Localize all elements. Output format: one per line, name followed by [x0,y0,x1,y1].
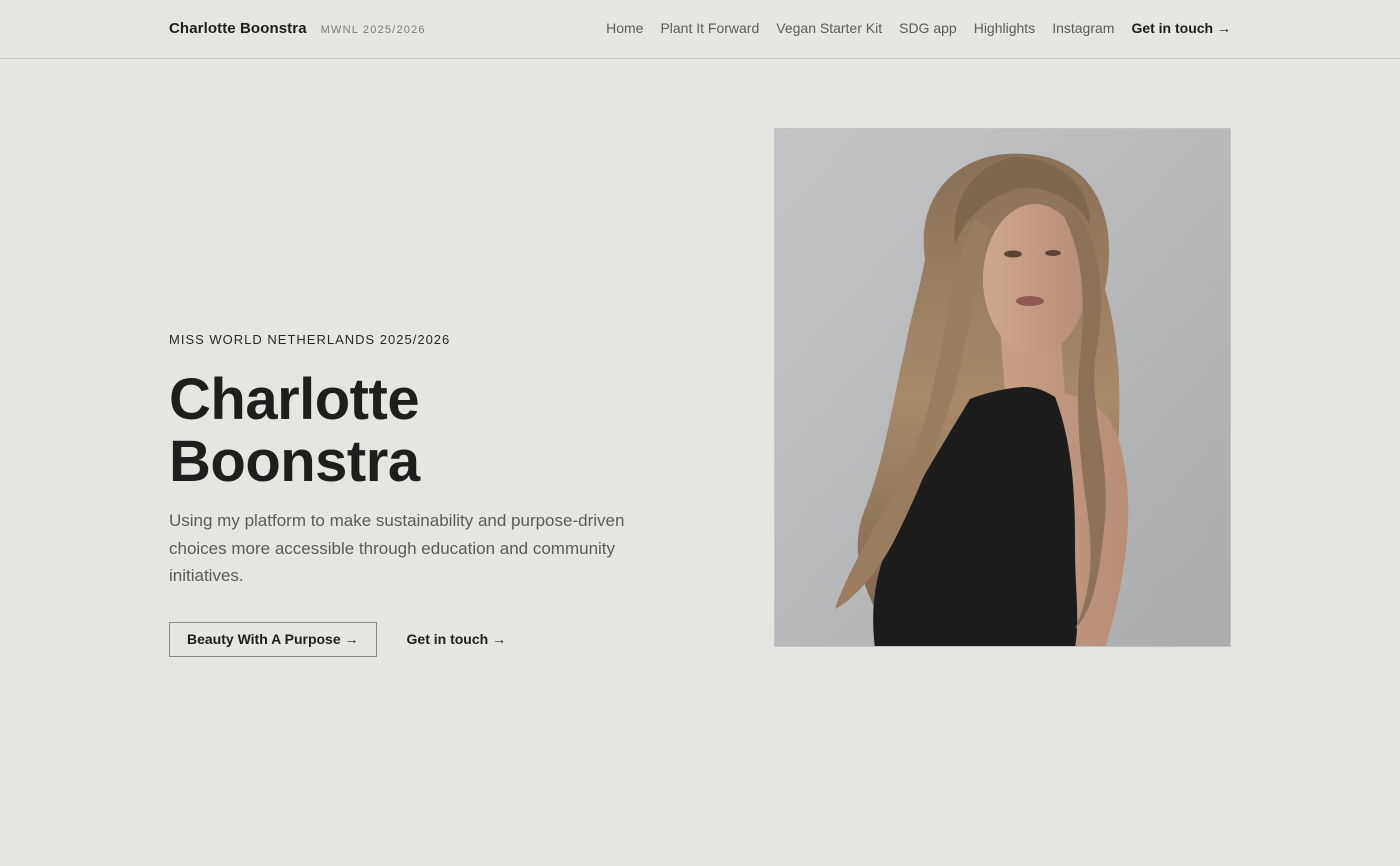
nav-plant-it-forward[interactable]: Plant It Forward [660,20,759,36]
nav-instagram[interactable]: Instagram [1052,20,1114,36]
get-in-touch-link[interactable]: Get in touch → [407,631,507,647]
brand-subtitle: MWNL 2025/2026 [320,24,426,36]
hero-actions: Beauty With A Purpose → Get in touch → [169,621,669,657]
hero-description: Using my platform to make sustainability… [169,511,625,585]
nav-get-in-touch[interactable]: Get in touch → [1131,20,1231,36]
hero-section: MISS WORLD NETHERLANDS 2025/2026 Charlot… [169,332,669,657]
main-nav: Home Plant It Forward Vegan Starter Kit … [606,20,1231,36]
portrait-photo-icon [775,129,1230,646]
brand[interactable]: Charlotte Boonstra MWNL 2025/2026 [169,20,426,37]
nav-sdg-app[interactable]: SDG app [899,20,957,36]
nav-home[interactable]: Home [606,20,643,36]
beauty-with-a-purpose-button[interactable]: Beauty With A Purpose → [169,621,377,657]
portrait-photo [774,128,1231,647]
nav-vegan-starter-kit[interactable]: Vegan Starter Kit [776,20,882,36]
hero-title: Charlotte Boonstra [169,367,420,494]
nav-highlights[interactable]: Highlights [974,20,1035,36]
hero-eyebrow: MISS WORLD NETHERLANDS 2025/2026 [169,332,451,347]
top-navigation-bar: Charlotte Boonstra MWNL 2025/2026 Home P… [0,0,1400,59]
brand-name[interactable]: Charlotte Boonstra [169,20,307,37]
